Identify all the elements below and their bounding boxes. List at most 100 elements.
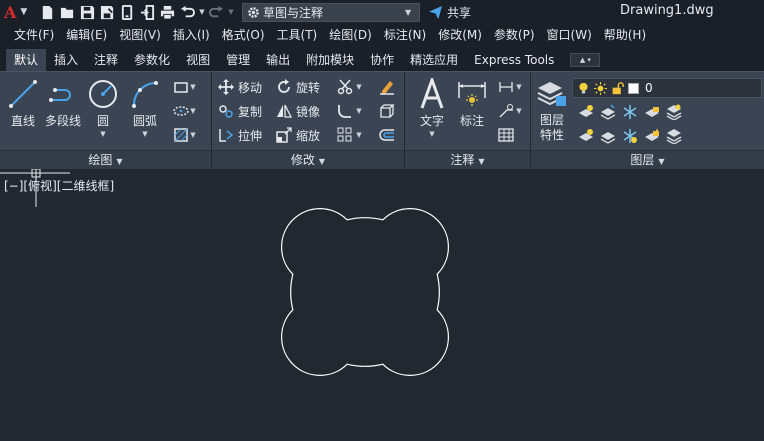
layer-lock-button[interactable] — [643, 103, 661, 121]
save-to-web-button[interactable] — [138, 3, 157, 21]
explode-tool-button[interactable] — [378, 102, 396, 120]
circle-tool-button[interactable]: 圆 ▼ — [82, 78, 124, 138]
save-as-button[interactable] — [98, 3, 117, 21]
offset-tool-button[interactable] — [378, 126, 396, 144]
match-layer-button[interactable] — [665, 127, 683, 145]
copy-tool-button[interactable]: 复制 — [218, 101, 262, 121]
layer-walk-button[interactable] — [599, 127, 617, 145]
save-button[interactable] — [78, 3, 97, 21]
chevron-down-icon[interactable]: ▼ — [142, 130, 147, 138]
share-button[interactable]: 共享 — [428, 4, 471, 21]
chevron-down-icon[interactable]: ▼ — [188, 78, 198, 96]
layer-freeze-button[interactable] — [621, 103, 639, 121]
table-icon — [498, 128, 514, 142]
open-from-web-button[interactable] — [118, 3, 137, 21]
dimension-tool-button[interactable]: 标注 — [451, 78, 493, 129]
ellipse-icon — [173, 106, 189, 116]
tab-insert[interactable]: 插入 — [46, 49, 86, 71]
snowflake-icon — [623, 105, 637, 119]
linear-dimension-button[interactable] — [497, 78, 515, 96]
layer-isolate-button[interactable] — [599, 103, 617, 121]
layer-properties-button[interactable]: 图层 特性 — [533, 78, 571, 142]
layer-unlock-button[interactable] — [643, 127, 661, 145]
undo-button[interactable] — [178, 3, 197, 21]
redo-icon — [209, 5, 224, 17]
layer-off-button[interactable] — [577, 103, 595, 121]
drawing-canvas[interactable]: [−][俯视][二维线框] — [0, 169, 764, 441]
menu-draw[interactable]: 绘图(D) — [323, 24, 378, 46]
menu-help[interactable]: 帮助(H) — [598, 24, 652, 46]
tab-manage[interactable]: 管理 — [218, 49, 258, 71]
table-tool-button[interactable] — [497, 126, 515, 144]
tab-parametric[interactable]: 参数化 — [126, 49, 178, 71]
fillet-tool-button[interactable] — [336, 102, 354, 120]
menu-file[interactable]: 文件(F) — [0, 24, 60, 46]
erase-tool-button[interactable] — [378, 78, 396, 96]
annotation-panel-title[interactable]: 注释 ▼ — [405, 150, 530, 170]
polyline-tool-button[interactable]: 多段线 — [42, 78, 84, 129]
draw-panel-title-label: 绘图 — [88, 153, 113, 167]
layer-properties-label-line1: 图层 — [539, 113, 564, 127]
leader-tool-button[interactable] — [497, 102, 515, 120]
workspace-selector[interactable]: 草图与注释 ▼ — [242, 2, 420, 22]
menu-modify[interactable]: 修改(M) — [432, 24, 488, 46]
hatch-icon — [174, 128, 188, 142]
text-tool-button[interactable]: 文字 ▼ — [411, 78, 453, 138]
chevron-down-icon[interactable]: ▼ — [354, 126, 364, 144]
array-tool-button[interactable] — [336, 126, 354, 144]
redo-button[interactable] — [207, 3, 226, 21]
viewport-controls-label[interactable]: [−][俯视][二维线框] — [4, 177, 114, 194]
layer-dropdown[interactable]: 0 — [572, 78, 762, 98]
offset-icon — [379, 129, 394, 141]
tab-featured-apps[interactable]: 精选应用 — [402, 49, 466, 71]
tab-home[interactable]: 默认 — [6, 49, 47, 71]
undo-dropdown[interactable]: ▼ — [198, 3, 206, 21]
tab-express-tools[interactable]: Express Tools — [466, 49, 562, 71]
ribbon-options-button[interactable]: ▲ ▾ — [570, 53, 601, 67]
move-tool-button[interactable]: 移动 — [218, 77, 262, 97]
menu-dimension[interactable]: 标注(N) — [378, 24, 432, 46]
tab-view[interactable]: 视图 — [178, 49, 218, 71]
mirror-tool-button[interactable]: 镜像 — [276, 101, 320, 121]
stretch-tool-button[interactable]: 拉伸 — [218, 125, 262, 145]
chevron-down-icon[interactable]: ▼ — [354, 102, 364, 120]
layer-on-button[interactable] — [577, 127, 595, 145]
modify-panel-title[interactable]: 修改 ▼ — [212, 150, 404, 170]
open-file-button[interactable] — [58, 3, 77, 21]
plot-button[interactable] — [158, 3, 177, 21]
application-menu-button[interactable]: A ▼ — [0, 0, 38, 24]
share-label: 共享 — [447, 5, 472, 20]
menu-format[interactable]: 格式(O) — [216, 24, 271, 46]
menu-edit[interactable]: 编辑(E) — [60, 24, 113, 46]
menu-window[interactable]: 窗口(W) — [541, 24, 598, 46]
tab-collaborate[interactable]: 协作 — [362, 49, 402, 71]
menu-bar: 文件(F) 编辑(E) 视图(V) 插入(I) 格式(O) 工具(T) 绘图(D… — [0, 24, 764, 46]
chevron-down-icon[interactable]: ▼ — [514, 78, 524, 96]
chevron-down-icon[interactable]: ▼ — [100, 130, 105, 138]
chevron-down-icon[interactable]: ▼ — [354, 78, 364, 96]
rotate-tool-button[interactable]: 旋转 — [276, 77, 320, 97]
chevron-down-icon[interactable]: ▼ — [188, 126, 198, 144]
line-tool-button[interactable]: 直线 — [2, 78, 44, 129]
redo-dropdown[interactable]: ▼ — [227, 3, 235, 21]
trim-tool-button[interactable] — [336, 78, 354, 96]
chevron-down-icon[interactable]: ▼ — [188, 102, 198, 120]
scale-tool-button[interactable]: 缩放 — [276, 125, 320, 145]
tab-output[interactable]: 输出 — [258, 49, 298, 71]
arc-tool-button[interactable]: 圆弧 ▼ — [124, 78, 166, 138]
draw-panel-title[interactable]: 绘图 ▼ — [0, 150, 211, 170]
tab-addins[interactable]: 附加模块 — [298, 49, 362, 71]
menu-view[interactable]: 视图(V) — [113, 24, 167, 46]
layers-panel-title[interactable]: 图层 ▼ — [531, 150, 764, 170]
make-current-button[interactable] — [665, 103, 683, 121]
new-file-button[interactable] — [38, 3, 57, 21]
tab-annotate[interactable]: 注释 — [86, 49, 126, 71]
menu-parametric[interactable]: 参数(P) — [488, 24, 541, 46]
drawn-shape[interactable] — [281, 208, 449, 376]
chevron-down-icon[interactable]: ▼ — [429, 130, 434, 138]
layers-panel: 图层 特性 0 图层 ▼ — [531, 72, 764, 170]
menu-tools[interactable]: 工具(T) — [271, 24, 324, 46]
menu-insert[interactable]: 插入(I) — [167, 24, 216, 46]
layer-thaw-button[interactable] — [621, 127, 639, 145]
chevron-down-icon[interactable]: ▼ — [514, 102, 524, 120]
